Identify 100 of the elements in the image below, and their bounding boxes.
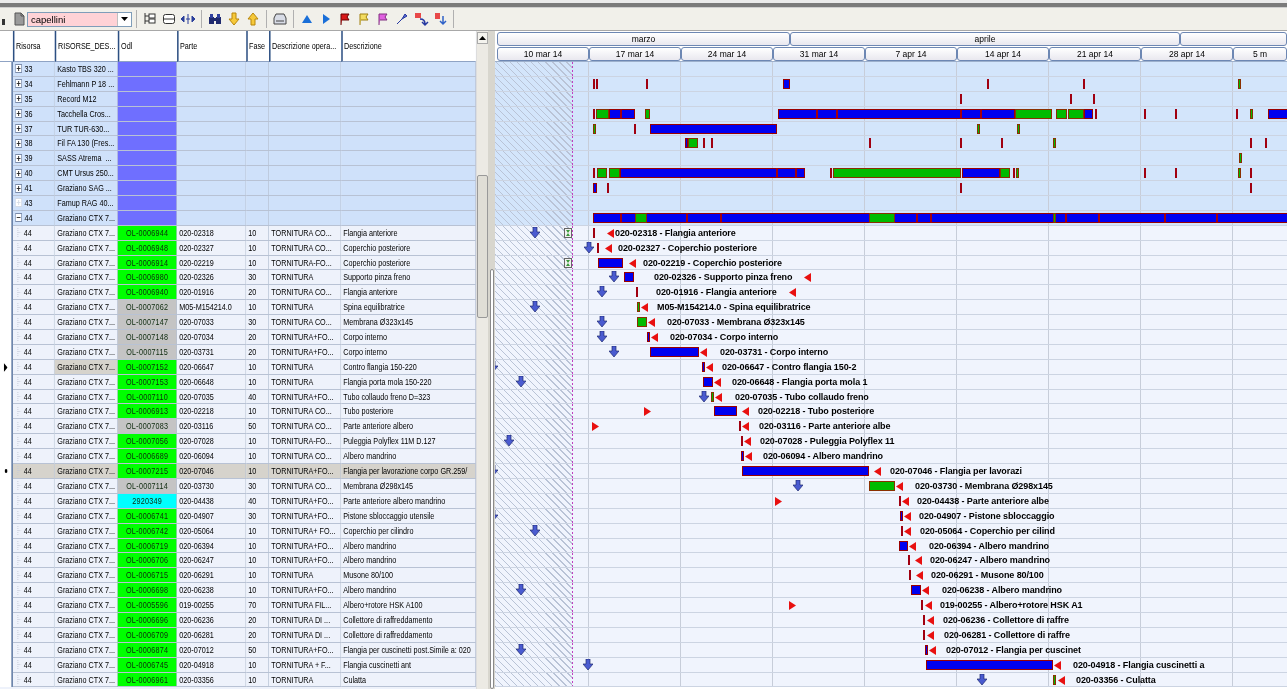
table-cell: TORNITURA CO... <box>269 285 341 301</box>
tick-mark <box>960 183 962 194</box>
table-cell: M05-M154214.0 <box>177 300 246 316</box>
completed-bar <box>1053 674 1056 685</box>
down-arrow-icon <box>516 584 526 596</box>
collapse-box-icon[interactable] <box>15 213 23 223</box>
task-label: 020-06291 - Musone 80/100 <box>931 569 1044 583</box>
completed-bar <box>1000 168 1010 179</box>
tick-mark <box>646 78 648 89</box>
down-arrow-icon <box>516 643 526 655</box>
resource-number: 44 <box>23 270 32 285</box>
pin-icon[interactable] <box>394 11 410 27</box>
dropdown-button[interactable] <box>117 12 131 26</box>
task-move-icon[interactable] <box>413 11 429 27</box>
table-cell: OL-0007083 <box>118 419 177 435</box>
left-triangle-icon <box>628 258 636 268</box>
scrollbar[interactable] <box>476 31 488 689</box>
expand-box-icon[interactable] <box>15 124 23 133</box>
up-arrow-icon[interactable] <box>245 11 261 27</box>
table-cell: Graziano CTX 7... <box>55 583 118 599</box>
task-label: 020-02219 - Coperchio posteriore <box>643 256 782 270</box>
task-label: 020-07034 - Corpo interno <box>670 331 779 345</box>
task-label: 020-02327 - Coperchio posteriore <box>618 241 757 255</box>
tick-mark <box>909 570 911 581</box>
completed-bar <box>1053 138 1056 149</box>
work-bar <box>650 346 699 357</box>
expand-box-icon[interactable] <box>15 138 23 148</box>
expand-box-icon[interactable] <box>15 109 23 119</box>
expand-box-icon[interactable] <box>15 168 23 178</box>
table-cell: Graziano CTX 7... <box>55 553 118 569</box>
resource-number: 44 <box>23 478 32 493</box>
down-arrow-icon <box>699 390 709 402</box>
resource-number: 37 <box>24 121 33 136</box>
down-arrow-icon <box>504 435 514 447</box>
work-bar <box>598 257 623 268</box>
down-arrow-icon <box>597 316 607 328</box>
expand-box-icon[interactable] <box>15 64 23 74</box>
resource-number: 38 <box>24 136 33 151</box>
expand-arrows-icon[interactable] <box>180 11 196 27</box>
column-header[interactable]: Parte <box>177 31 246 62</box>
printer-icon[interactable] <box>272 11 288 27</box>
scrollbar-thumb[interactable] <box>489 269 494 689</box>
table-cell: Graziano CTX 7... <box>55 464 118 479</box>
tree-icon[interactable] <box>142 11 158 27</box>
resource-number: 44 <box>23 672 32 687</box>
task-label: 020-01916 - Flangia anteriore <box>656 286 777 300</box>
table-cell: 019-00255 <box>177 598 246 613</box>
expand-box-icon[interactable] <box>15 79 23 89</box>
down-arrow-icon <box>597 331 607 343</box>
completed-bar <box>593 123 596 134</box>
document-icon[interactable] <box>11 11 25 27</box>
column-header[interactable]: Descrizione <box>341 31 476 62</box>
week-header: 24 mar 14 <box>681 47 773 61</box>
table-cell: Flangia per lavorazione corpo GR.259/ <box>341 464 476 479</box>
tick-mark <box>923 629 925 640</box>
table-cell: 020-07046 <box>177 464 246 479</box>
expand-box-icon[interactable] <box>15 94 23 104</box>
resource-number: 44 <box>23 419 32 434</box>
header-corner <box>0 31 13 62</box>
task-label: 020-03356 - Culatta <box>1076 673 1156 687</box>
resource-number: 44 <box>23 404 32 419</box>
column-header[interactable]: RISORSE_DES... <box>55 31 118 62</box>
task-label: 020-06094 - Albero mandrino <box>763 450 883 464</box>
tick-mark <box>795 168 797 179</box>
resource-number: 44 <box>23 553 32 568</box>
collapse-icon[interactable] <box>161 11 177 27</box>
table-cell: Graziano CTX 7... <box>55 330 118 345</box>
resource-number: 44 <box>23 508 32 523</box>
work-bar <box>647 332 650 343</box>
tick-mark <box>1083 78 1085 89</box>
flag-icon[interactable] <box>337 11 353 27</box>
table-cell <box>177 181 246 196</box>
scrollbar-thumb[interactable] <box>477 175 488 318</box>
table-cell: OL-0006698 <box>118 583 177 599</box>
binoculars-icon[interactable] <box>207 11 223 27</box>
work-bar <box>1268 108 1287 119</box>
tick-mark <box>1095 108 1097 119</box>
table-cell: Parte anteriore albero <box>341 419 476 435</box>
table-cell: OL-0006689 <box>118 449 177 465</box>
task-label: 020-06281 - Collettore di raffre <box>944 628 1070 642</box>
tick-mark <box>607 183 609 194</box>
resource-number: 34 <box>24 76 33 91</box>
down-arrow-icon <box>584 241 594 253</box>
column-header[interactable]: Fase <box>246 31 269 62</box>
table-cell: 020-06291 <box>177 568 246 584</box>
task-down-icon[interactable] <box>432 11 448 27</box>
expand-box-icon[interactable] <box>15 183 23 193</box>
task-label: 020-06247 - Albero mandrino <box>930 554 1050 568</box>
column-header[interactable]: Risorsa <box>13 31 55 62</box>
column-header[interactable]: Odl <box>118 31 177 62</box>
table-cell: Membrana Ø323x145 <box>341 315 476 331</box>
filter-dropdown[interactable]: capellini <box>27 11 132 27</box>
column-header[interactable]: Descrizione opera... <box>269 31 341 62</box>
toolbar-handle[interactable] <box>2 19 5 25</box>
expand-box-icon[interactable] <box>15 153 23 163</box>
scroll-up-button[interactable] <box>477 32 488 44</box>
down-arrow-icon <box>609 345 619 357</box>
flag-icon[interactable] <box>375 11 391 27</box>
table-cell: 30 <box>246 315 269 331</box>
work-bar <box>783 78 790 89</box>
